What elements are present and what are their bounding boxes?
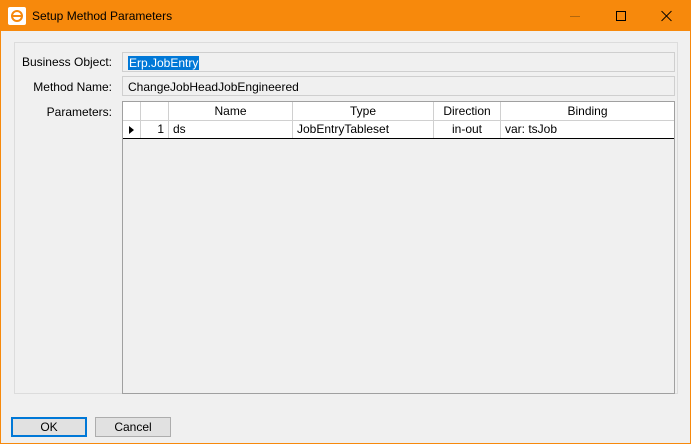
method-name-label: Method Name: [33,80,112,94]
cancel-button[interactable]: Cancel [95,417,171,437]
window-title: Setup Method Parameters [32,9,173,23]
minimize-icon [570,15,580,17]
header-type[interactable]: Type [293,102,434,121]
business-object-label: Business Object: [21,55,112,69]
header-binding[interactable]: Binding [501,102,674,121]
close-button[interactable] [644,1,690,31]
ok-button[interactable]: OK [11,417,87,437]
cell-direction[interactable]: in-out [434,121,501,138]
business-object-value: Erp.JobEntry [128,56,200,70]
current-row-arrow-icon [129,126,134,134]
cell-type[interactable]: JobEntryTableset [293,121,434,138]
close-icon [661,10,673,22]
logo-bar [12,15,22,17]
method-name-value: ChangeJobHeadJobEngineered [128,80,299,94]
maximize-button[interactable] [598,1,644,31]
row-selector[interactable] [123,121,141,138]
title-bar[interactable]: Setup Method Parameters [1,1,690,31]
minimize-button[interactable] [552,1,598,31]
business-object-field[interactable]: Erp.JobEntry [122,52,675,72]
app-logo-icon [8,7,26,25]
table-row[interactable]: 1 ds JobEntryTableset in-out var: tsJob [123,121,674,139]
cell-name[interactable]: ds [169,121,293,138]
header-row-number [141,102,169,121]
maximize-icon [616,11,626,21]
grid-header: Name Type Direction Binding [123,102,674,121]
header-name[interactable]: Name [169,102,293,121]
header-indicator [123,102,141,121]
header-direction[interactable]: Direction [434,102,501,121]
row-number: 1 [141,121,169,138]
parameters-label: Parameters: [46,105,112,119]
method-name-field[interactable]: ChangeJobHeadJobEngineered [122,76,675,96]
dialog-window: Setup Method Parameters Business Object:… [0,0,691,444]
cell-binding[interactable]: var: tsJob [501,121,674,138]
parameters-grid[interactable]: Name Type Direction Binding 1 ds JobEntr… [122,101,675,394]
